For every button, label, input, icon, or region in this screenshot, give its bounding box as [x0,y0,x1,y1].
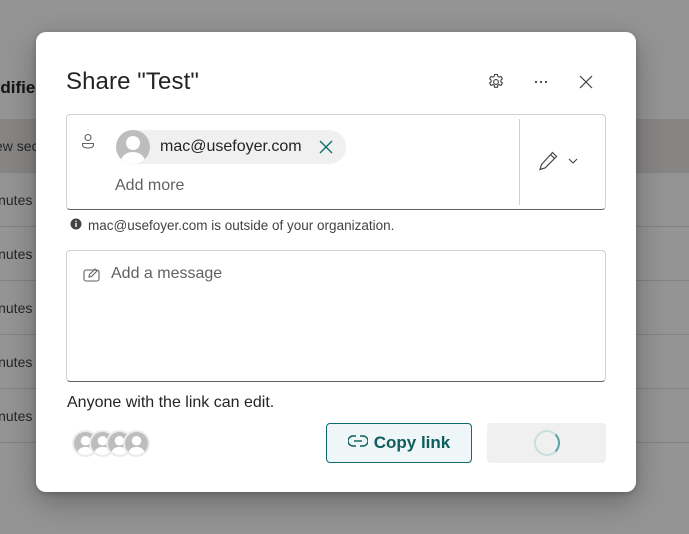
message-field[interactable] [66,250,606,382]
add-more-input[interactable] [115,177,495,195]
message-input[interactable] [111,265,591,365]
info-icon [70,218,82,233]
edit-icon [83,267,101,288]
gear-icon [486,72,506,92]
share-dialog: Share "Test" mac@usefoyer.com Add more m… [36,32,636,492]
more-options-button[interactable] [525,66,557,98]
recipients-field[interactable]: mac@usefoyer.com [66,114,606,210]
ellipsis-icon [531,72,551,92]
facepile[interactable] [72,430,162,460]
recipient-chip[interactable]: mac@usefoyer.com [116,130,346,164]
pencil-icon [537,150,559,177]
link-icon [347,433,369,453]
link-settings-description[interactable]: Anyone with the link can edit. [67,394,274,412]
copy-link-label: Copy link [373,433,451,452]
divider [519,119,520,205]
dialog-title: Share "Test" [66,68,199,95]
person-icon [81,133,95,154]
chevron-down-icon [567,154,579,172]
loading-spinner [533,430,560,456]
send-button[interactable] [487,423,606,463]
avatar [116,130,150,164]
permission-dropdown[interactable] [537,149,589,177]
close-icon [576,72,596,92]
close-icon [319,140,333,154]
copy-link-button[interactable]: Copy link [326,423,472,463]
notice-text: mac@usefoyer.com is outside of your orga… [88,218,395,233]
close-button[interactable] [570,66,602,98]
settings-button[interactable] [480,66,512,98]
external-recipient-notice: mac@usefoyer.com is outside of your orga… [70,218,394,233]
avatar [123,430,150,457]
remove-recipient-button[interactable] [318,139,334,155]
recipient-email: mac@usefoyer.com [160,138,302,155]
